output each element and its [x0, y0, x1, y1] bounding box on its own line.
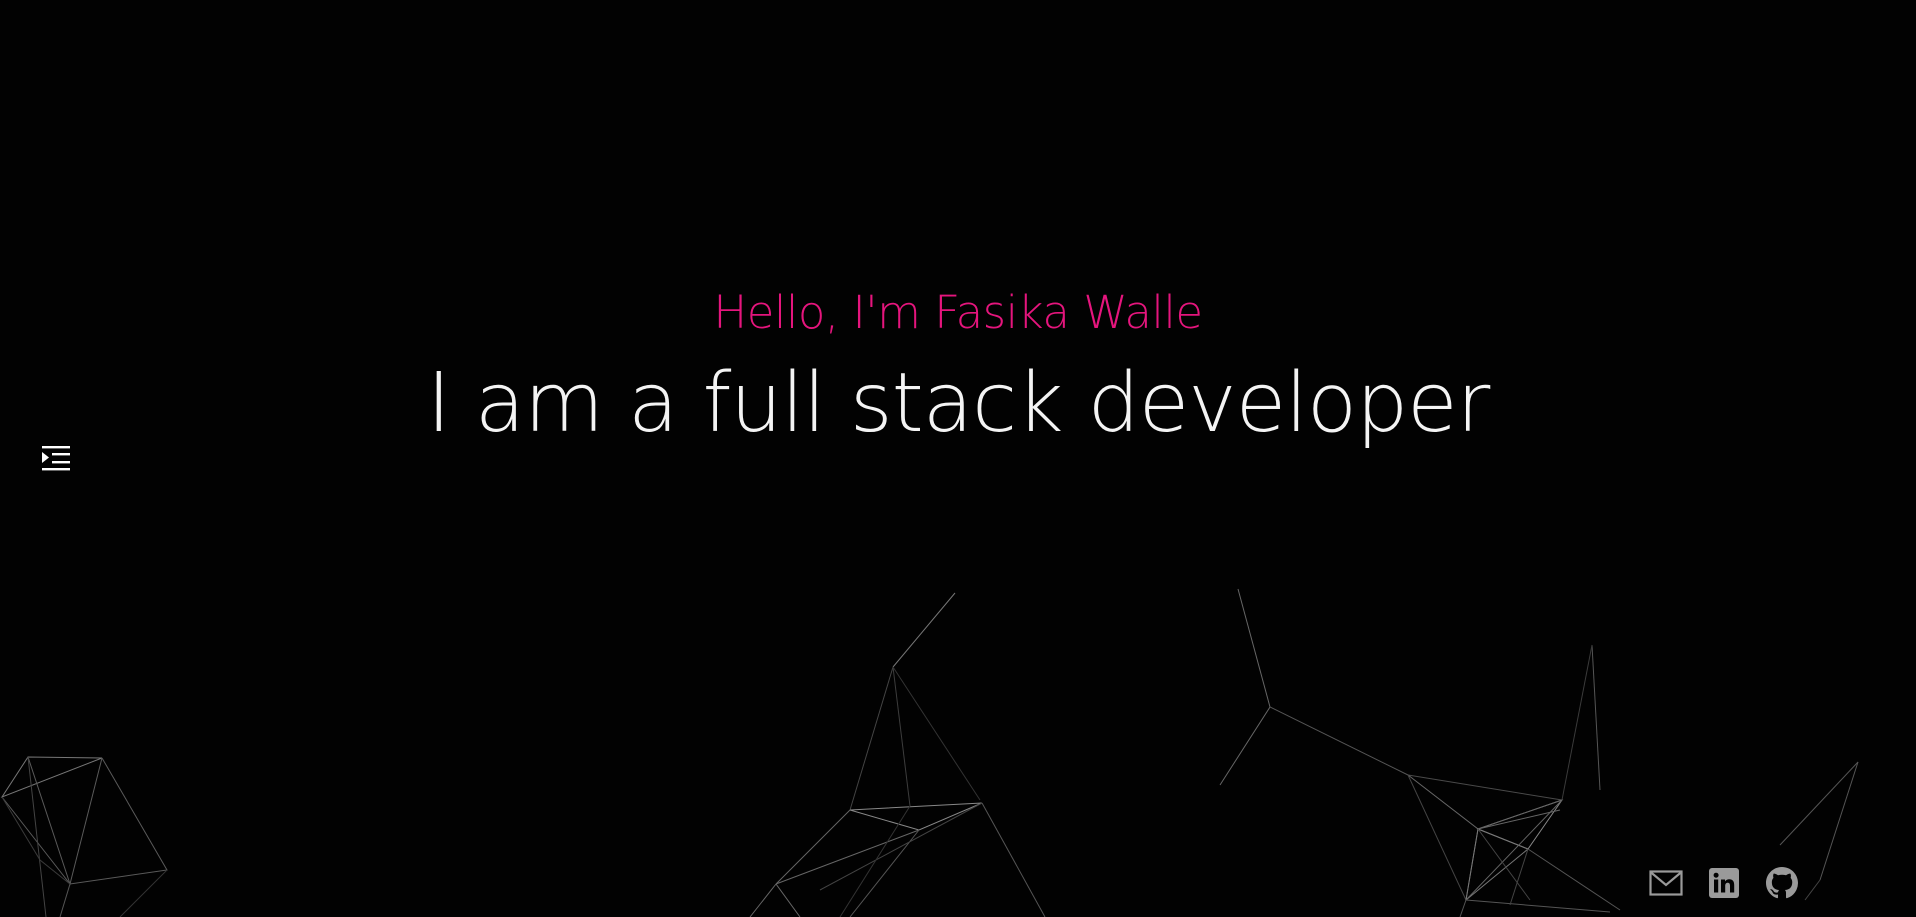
hero-section: Hello, I'm Fasika Walle I am a full stac… — [0, 278, 1916, 454]
network-line — [1, 757, 168, 885]
network-line — [775, 883, 801, 917]
particle-network-background — [0, 588, 1859, 917]
network-line — [1779, 761, 1859, 846]
network-line — [849, 666, 894, 811]
network-line — [981, 802, 1046, 917]
network-line — [59, 883, 71, 917]
network-line — [1219, 588, 1271, 786]
network-line — [119, 869, 168, 917]
network-line — [849, 802, 983, 831]
network-line — [1407, 774, 1563, 801]
network-line — [749, 883, 777, 917]
network-line — [1407, 774, 1479, 901]
greeting-heading: Hello, I'm Fasika Walle — [713, 286, 1203, 339]
network-line — [1465, 899, 1611, 913]
network-line — [775, 809, 920, 885]
menu-indent-icon — [42, 446, 70, 471]
network-line — [1465, 828, 1529, 902]
menu-toggle-button[interactable] — [40, 444, 72, 474]
network-line — [839, 805, 911, 917]
landing-page: Hello, I'm Fasika Walle I am a full stac… — [0, 0, 1916, 917]
network-line — [892, 592, 956, 668]
social-links — [1649, 866, 1799, 900]
network-line — [1459, 899, 1467, 917]
mail-icon — [1649, 870, 1683, 896]
network-line — [1269, 706, 1409, 776]
network-line — [1407, 774, 1467, 901]
network-line — [892, 666, 981, 801]
network-line — [1477, 799, 1563, 830]
tagline-heading: I am a full stack developer — [426, 356, 1491, 451]
linkedin-icon — [1709, 868, 1739, 898]
email-link[interactable] — [1649, 866, 1683, 900]
network-line — [27, 756, 103, 886]
network-line — [1804, 879, 1821, 901]
linkedin-link[interactable] — [1707, 866, 1741, 900]
network-line — [1527, 848, 1621, 911]
network-line — [1591, 644, 1601, 791]
github-icon — [1766, 867, 1798, 899]
network-line — [1465, 799, 1563, 901]
network-line — [1819, 761, 1859, 881]
network-line — [892, 666, 911, 807]
network-line — [1561, 644, 1593, 801]
github-link[interactable] — [1765, 866, 1799, 900]
network-line — [0, 756, 103, 799]
